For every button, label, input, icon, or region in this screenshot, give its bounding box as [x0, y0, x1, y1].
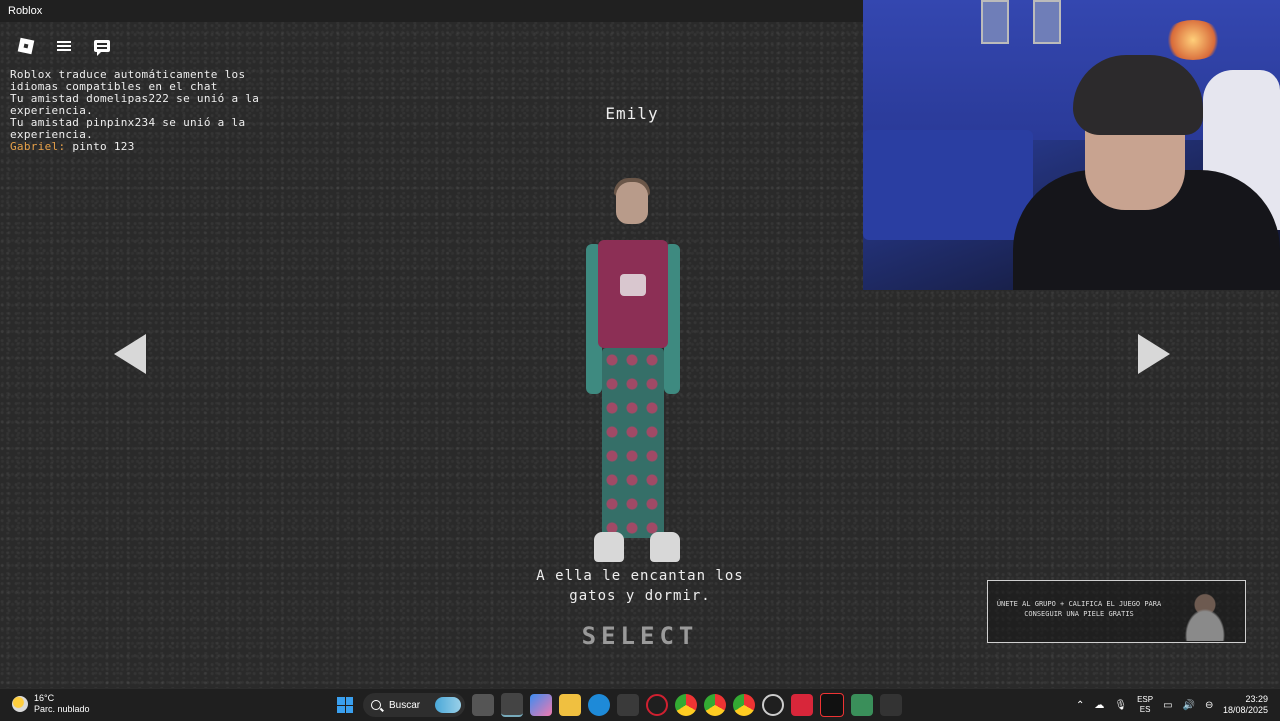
- chat-log: Roblox traduce automáticamente los idiom…: [10, 69, 290, 153]
- window-title: Roblox: [8, 5, 43, 17]
- app-icon[interactable]: [851, 694, 873, 716]
- chat-user-message: Gabriel: pinto 123: [10, 141, 290, 153]
- task-view-icon[interactable]: [472, 694, 494, 716]
- webcam-overlay: [863, 0, 1280, 290]
- taskbar-apps: Buscar: [334, 693, 902, 717]
- weather-desc: Parc. nublado: [34, 704, 90, 714]
- battery-icon[interactable]: ⊖: [1205, 700, 1213, 711]
- weather-widget[interactable]: 16°C Parc. nublado: [12, 693, 90, 715]
- clock-time: 23:29: [1245, 694, 1268, 704]
- app-icon[interactable]: [791, 694, 813, 716]
- roblox-logo-icon[interactable]: [16, 36, 36, 56]
- chat-text: pinto 123: [72, 140, 135, 153]
- chat-join-message: Tu amistad domelipas222 se unió a la exp…: [10, 92, 260, 117]
- store-icon[interactable]: [617, 694, 639, 716]
- right-arrow-icon[interactable]: [1138, 334, 1170, 374]
- promo-text: ÚNETE AL GRUPO + CALIFICA EL JUEGO PARA …: [996, 600, 1162, 618]
- select-button[interactable]: SELECT: [540, 622, 740, 650]
- windows-start-icon[interactable]: [334, 694, 356, 716]
- chat-system-message: Roblox traduce automáticamente los idiom…: [10, 68, 246, 93]
- chrome-icon[interactable]: [675, 694, 697, 716]
- chevron-up-icon[interactable]: ⌃: [1076, 700, 1084, 711]
- group-promo-banner[interactable]: ÚNETE AL GRUPO + CALIFICA EL JUEGO PARA …: [987, 580, 1246, 643]
- lang-bottom: ES: [1139, 705, 1151, 714]
- lang-top: ESP: [1137, 695, 1154, 704]
- taskbar-search[interactable]: Buscar: [363, 693, 465, 717]
- search-icon: [371, 700, 381, 710]
- character-description: A ella le encantan los gatos y dormir.: [480, 566, 800, 606]
- chrome-profile-icon[interactable]: [704, 694, 726, 716]
- chrome-profile-icon[interactable]: [733, 694, 755, 716]
- taskbar-clock[interactable]: 23:29 18/08/2025: [1223, 694, 1268, 716]
- chat-join-message: Tu amistad pinpinx234 se unió a la exper…: [10, 116, 246, 141]
- character-name: Emily: [605, 104, 659, 123]
- left-arrow-icon[interactable]: [114, 334, 146, 374]
- search-highlight-icon: [435, 697, 461, 713]
- chat-username: Gabriel:: [10, 140, 66, 153]
- character-model: [578, 178, 688, 582]
- search-placeholder: Buscar: [389, 699, 421, 711]
- network-icon[interactable]: ▭: [1163, 700, 1172, 711]
- edge-icon[interactable]: [588, 694, 610, 716]
- clock-date: 18/08/2025: [1222, 705, 1268, 715]
- copilot-icon[interactable]: [530, 694, 552, 716]
- onedrive-icon[interactable]: ☁: [1094, 700, 1104, 711]
- hamburger-icon[interactable]: [54, 36, 74, 56]
- volume-icon[interactable]: 🔊: [1183, 700, 1195, 711]
- promo-image: [1167, 585, 1243, 641]
- microphone-icon[interactable]: 🎙: [1114, 700, 1127, 711]
- language-indicator[interactable]: ESP ES: [1137, 695, 1153, 715]
- app-icon[interactable]: [880, 694, 902, 716]
- obs-icon[interactable]: [762, 694, 784, 716]
- tiktok-icon[interactable]: [820, 693, 844, 717]
- opera-icon[interactable]: [646, 694, 668, 716]
- weather-icon: [12, 696, 28, 712]
- description-line: gatos y dormir.: [569, 588, 711, 604]
- taskbar: 16°C Parc. nublado Buscar ⌃ ☁ 🎙 ESP ES ▭…: [0, 688, 1280, 721]
- roblox-topbar: [16, 36, 112, 56]
- weather-temp: 16°C: [34, 693, 55, 703]
- file-explorer-icon[interactable]: [559, 694, 581, 716]
- roblox-app-icon[interactable]: [501, 693, 523, 717]
- description-line: A ella le encantan los: [536, 568, 744, 584]
- chat-icon[interactable]: [92, 36, 112, 56]
- system-tray: ⌃ ☁ 🎙 ESP ES ▭ 🔊 ⊖: [1076, 695, 1213, 715]
